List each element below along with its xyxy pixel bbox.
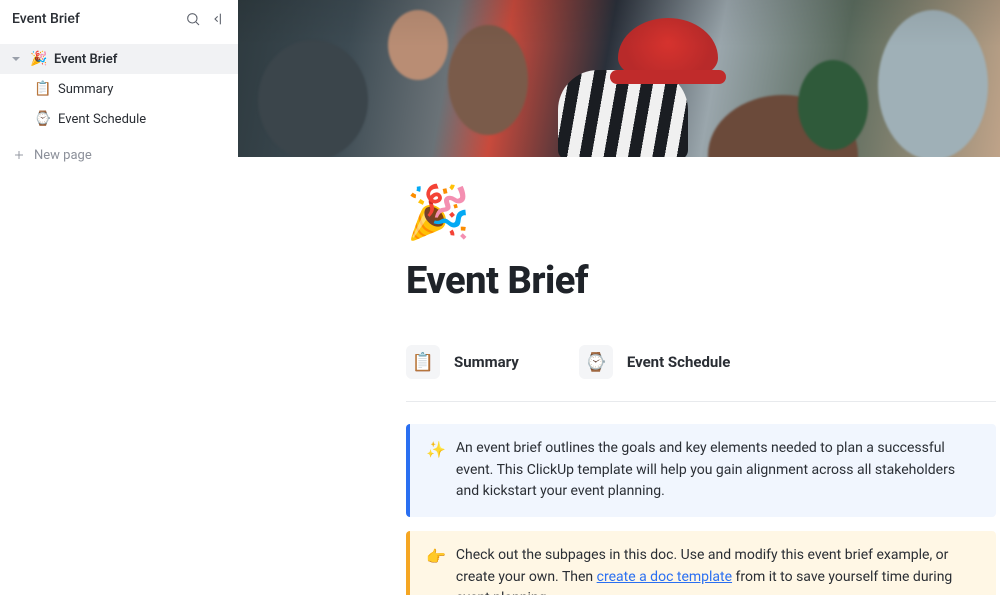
sidebar-item-summary[interactable]: 📋 Summary bbox=[0, 74, 238, 104]
watch-icon: ⌚ bbox=[34, 111, 50, 127]
sparkles-icon: ✨ bbox=[426, 438, 446, 503]
watch-icon: ⌚ bbox=[579, 345, 613, 379]
page-content-inner: 🎉 Event Brief 📋 Summary ⌚ Event Schedule… bbox=[406, 187, 996, 595]
page-title[interactable]: Event Brief bbox=[406, 259, 996, 303]
subpage-card-summary[interactable]: 📋 Summary bbox=[406, 345, 519, 379]
plus-icon bbox=[12, 148, 26, 162]
sidebar-item-label: Event Schedule bbox=[58, 112, 146, 127]
sidebar-header: Event Brief bbox=[0, 0, 238, 38]
sidebar-item-label: Event Brief bbox=[54, 52, 117, 67]
callout-intro[interactable]: ✨ An event brief outlines the goals and … bbox=[406, 424, 996, 517]
subpage-card-event-schedule[interactable]: ⌚ Event Schedule bbox=[579, 345, 731, 379]
callout-text: Check out the subpages in this doc. Use … bbox=[456, 545, 980, 595]
sidebar-item-event-schedule[interactable]: ⌚ Event Schedule bbox=[0, 104, 238, 134]
callout-tip[interactable]: 👉 Check out the subpages in this doc. Us… bbox=[406, 531, 996, 595]
subpages-row: 📋 Summary ⌚ Event Schedule bbox=[406, 345, 996, 402]
callout-text: An event brief outlines the goals and ke… bbox=[456, 438, 980, 503]
page-content: 🎉 Event Brief 📋 Summary ⌚ Event Schedule… bbox=[238, 157, 1000, 595]
pointing-right-icon: 👉 bbox=[426, 545, 446, 595]
create-doc-template-link[interactable]: create a doc template bbox=[597, 569, 732, 585]
page-emoji[interactable]: 🎉 bbox=[406, 187, 996, 239]
collapse-sidebar-icon[interactable] bbox=[210, 10, 228, 28]
app-root: Event Brief 🎉 Event Brief 📋 Summa bbox=[0, 0, 1000, 595]
party-popper-icon: 🎉 bbox=[30, 51, 46, 67]
new-page-label: New page bbox=[34, 148, 92, 163]
subpage-label: Summary bbox=[454, 353, 519, 371]
notepad-icon: 📋 bbox=[34, 81, 50, 97]
sidebar-nav: 🎉 Event Brief 📋 Summary ⌚ Event Schedule… bbox=[0, 38, 238, 170]
sidebar-item-event-brief[interactable]: 🎉 Event Brief bbox=[0, 44, 238, 74]
cover-image[interactable] bbox=[238, 0, 1000, 157]
main: 🎉 Event Brief 📋 Summary ⌚ Event Schedule… bbox=[238, 0, 1000, 595]
sidebar-title: Event Brief bbox=[12, 11, 80, 27]
chevron-down-icon[interactable] bbox=[10, 54, 22, 64]
search-icon[interactable] bbox=[184, 10, 202, 28]
subpage-label: Event Schedule bbox=[627, 353, 731, 371]
notepad-icon: 📋 bbox=[406, 345, 440, 379]
sidebar: Event Brief 🎉 Event Brief 📋 Summa bbox=[0, 0, 238, 595]
sidebar-header-actions bbox=[184, 10, 228, 28]
new-page-button[interactable]: New page bbox=[0, 140, 238, 170]
sidebar-item-label: Summary bbox=[58, 82, 113, 97]
